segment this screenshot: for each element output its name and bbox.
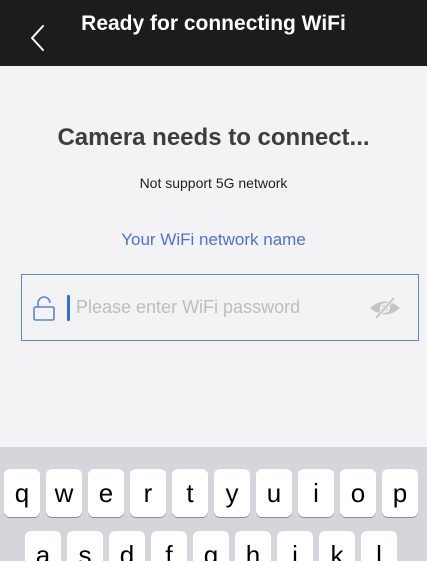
- key-f[interactable]: f: [151, 531, 187, 561]
- key-w[interactable]: w: [46, 469, 82, 517]
- wifi-password-field[interactable]: [21, 274, 419, 341]
- onscreen-keyboard: q w e r t y u i o p a s d f g h j k l: [0, 447, 427, 561]
- text-cursor: [67, 295, 70, 321]
- navigation-bar: Ready for connecting WiFi: [0, 8, 427, 66]
- key-y[interactable]: y: [214, 469, 250, 517]
- key-s[interactable]: s: [67, 531, 103, 561]
- page-title: Ready for connecting WiFi: [81, 12, 346, 35]
- key-p[interactable]: p: [382, 469, 418, 517]
- key-a[interactable]: a: [25, 531, 61, 561]
- key-q[interactable]: q: [4, 469, 40, 517]
- key-t[interactable]: t: [172, 469, 208, 517]
- lock-icon: [33, 296, 55, 321]
- eye-off-icon[interactable]: [367, 296, 403, 320]
- key-i[interactable]: i: [298, 469, 334, 517]
- key-k[interactable]: k: [319, 531, 355, 561]
- key-r[interactable]: r: [130, 469, 166, 517]
- wifi-network-name[interactable]: Your WiFi network name: [0, 230, 427, 250]
- key-u[interactable]: u: [256, 469, 292, 517]
- key-e[interactable]: e: [88, 469, 124, 517]
- network-note: Not support 5G network: [139, 175, 288, 191]
- back-button[interactable]: [22, 21, 52, 55]
- key-o[interactable]: o: [340, 469, 376, 517]
- key-l[interactable]: l: [361, 531, 397, 561]
- key-g[interactable]: g: [193, 531, 229, 561]
- key-j[interactable]: j: [277, 531, 313, 561]
- key-d[interactable]: d: [109, 531, 145, 561]
- key-h[interactable]: h: [235, 531, 271, 561]
- keyboard-row-2: a s d f g h j k l: [0, 531, 427, 561]
- keyboard-row-1: q w e r t y u i o p: [0, 469, 427, 517]
- chevron-left-icon: [31, 25, 44, 51]
- status-bar: [0, 0, 427, 8]
- connect-heading: Camera needs to connect...: [57, 124, 370, 151]
- wifi-password-input[interactable]: [76, 287, 346, 327]
